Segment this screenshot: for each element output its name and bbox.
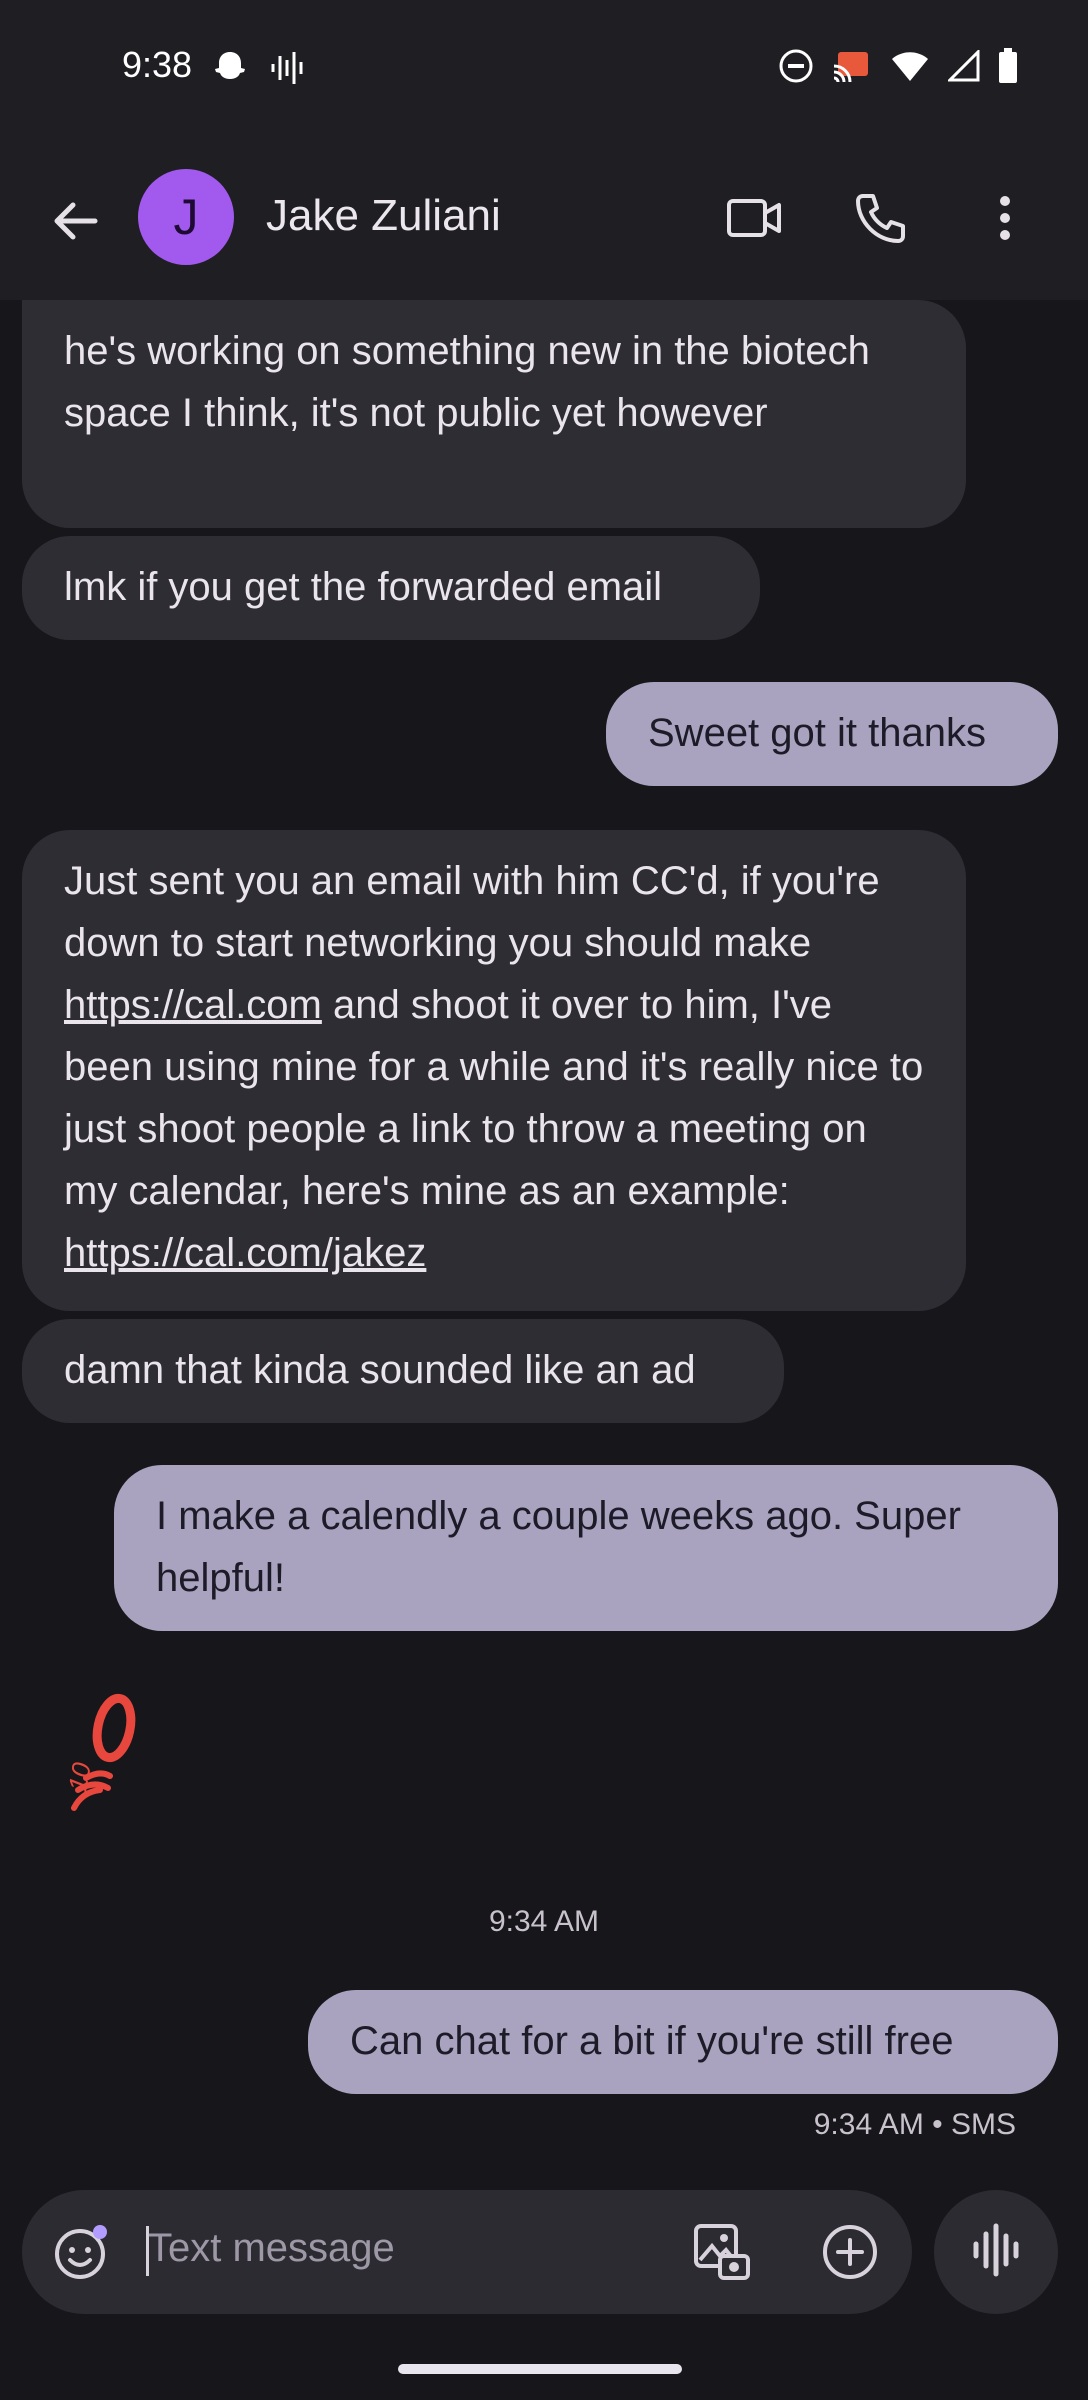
status-bar: 9:38 — [0, 0, 1088, 135]
message-bubble-incoming[interactable]: Just sent you an email with him CC'd, if… — [22, 830, 966, 1311]
status-time: 9:38 — [122, 44, 193, 85]
avatar[interactable]: J — [138, 169, 234, 265]
message-text: lmk if you get the forwarded email — [64, 565, 663, 609]
wifi-icon — [890, 49, 930, 88]
cal-jakez-link[interactable]: https://cal.com/jakez — [64, 1231, 426, 1275]
hundred-emoji-icon[interactable]: 10 — [62, 1690, 154, 1825]
message-text: Sweet got it thanks — [648, 711, 986, 755]
message-text: Just sent you an email with him CC'd, if… — [64, 859, 880, 965]
message-bubble-outgoing[interactable]: Sweet got it thanks — [606, 682, 1058, 786]
cast-icon — [832, 48, 872, 89]
add-attachment-icon[interactable] — [818, 2220, 882, 2289]
message-text: I make a calendly a couple weeks ago. Su… — [156, 1494, 961, 1600]
audio-wave-icon — [270, 50, 304, 91]
message-bubble-incoming[interactable]: lmk if you get the forwarded email — [22, 536, 760, 640]
voice-message-button[interactable] — [934, 2190, 1058, 2314]
gallery-icon[interactable] — [690, 2220, 754, 2289]
message-bubble-outgoing[interactable]: Can chat for a bit if you're still free — [308, 1990, 1058, 2094]
message-meta: 9:34 AM • SMS — [813, 2108, 1016, 2141]
message-bubble-outgoing[interactable]: I make a calendly a couple weeks ago. Su… — [114, 1465, 1058, 1631]
message-text: damn that kinda sounded like an ad — [64, 1348, 696, 1392]
conversation-header: J Jake Zuliani — [0, 135, 1088, 300]
battery-icon — [998, 48, 1018, 89]
message-text: he's working on something new in the bio… — [64, 329, 870, 435]
message-input[interactable]: Text message — [148, 2226, 395, 2271]
cal-link[interactable]: https://cal.com — [64, 983, 322, 1027]
phone-icon[interactable] — [846, 183, 916, 253]
timestamp-divider: 9:34 AM — [488, 1905, 600, 1938]
snapchat-icon — [210, 48, 250, 93]
emoji-icon[interactable] — [52, 2222, 112, 2287]
message-bubble-incoming[interactable]: damn that kinda sounded like an ad — [22, 1319, 784, 1423]
contact-name[interactable]: Jake Zuliani — [266, 191, 501, 241]
message-thread[interactable]: he's working on something new in the bio… — [0, 300, 1088, 2180]
message-bubble-incoming[interactable]: he's working on something new in the bio… — [22, 300, 966, 528]
cellular-signal-icon — [946, 48, 980, 87]
home-indicator[interactable] — [398, 2364, 682, 2374]
compose-bar[interactable]: Text message — [22, 2190, 912, 2314]
back-arrow-icon[interactable] — [45, 191, 105, 251]
more-options-icon[interactable] — [970, 183, 1040, 253]
voice-wave-icon — [971, 2222, 1021, 2283]
video-call-icon[interactable] — [720, 183, 790, 253]
do-not-disturb-icon — [778, 48, 814, 89]
message-text: Can chat for a bit if you're still free — [350, 2019, 954, 2063]
